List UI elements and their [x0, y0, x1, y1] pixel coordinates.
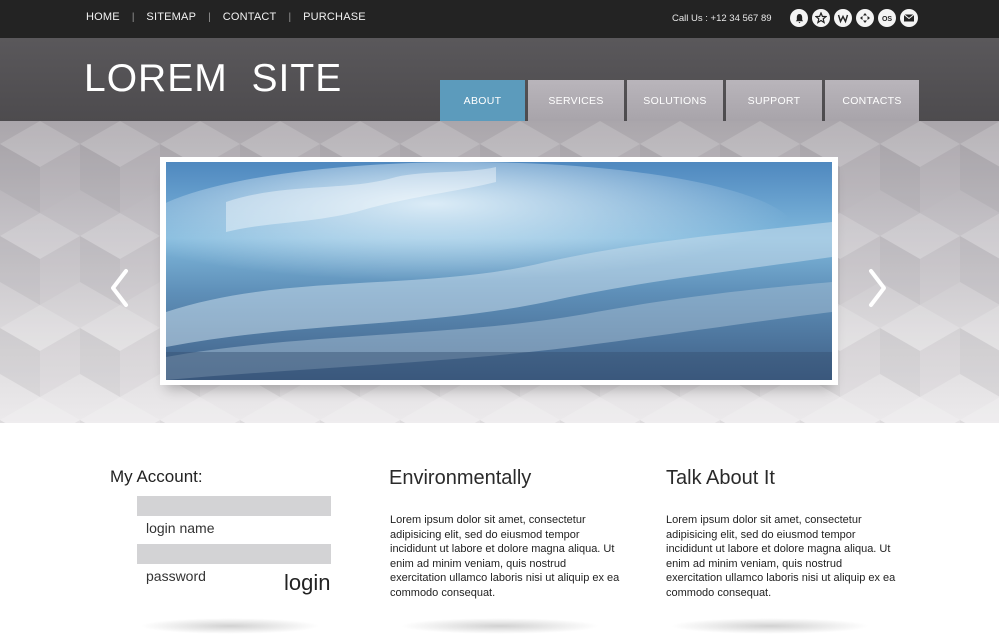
- tab-solutions[interactable]: SOLUTIONS: [627, 80, 723, 121]
- tab-contacts[interactable]: CONTACTS: [825, 80, 919, 121]
- top-nav-separator: |: [288, 11, 292, 23]
- account-title: My Account:: [110, 467, 203, 486]
- environmentally-title: Environmentally: [389, 467, 532, 489]
- login-name-label: login name: [146, 520, 215, 536]
- chevron-left-icon[interactable]: [108, 268, 130, 308]
- phone-number: Call Us : +12 34 567 89: [672, 13, 772, 24]
- login-button[interactable]: login: [284, 570, 330, 596]
- chevron-right-icon[interactable]: [867, 268, 889, 308]
- top-nav-separator: |: [131, 11, 135, 23]
- hero-slider: [0, 121, 999, 423]
- top-nav-separator: |: [208, 11, 211, 23]
- w-icon[interactable]: [834, 9, 852, 27]
- top-bar: HOME | SITEMAP | CONTACT | PURCHASE Call…: [0, 0, 999, 38]
- login-name-field[interactable]: [137, 496, 331, 516]
- talk-about-it-text: Lorem ipsum dolor sit amet, consectetur …: [666, 514, 896, 599]
- bottom-shadow: [400, 618, 600, 634]
- tab-about[interactable]: ABOUT: [440, 80, 525, 121]
- top-nav-home[interactable]: HOME: [86, 11, 120, 23]
- star-icon[interactable]: [812, 9, 830, 27]
- svg-text:OS: OS: [882, 16, 892, 23]
- tab-services[interactable]: SERVICES: [528, 80, 624, 121]
- bottom-shadow: [140, 618, 320, 634]
- bottom-shadow: [670, 618, 870, 634]
- tab-support[interactable]: SUPPORT: [726, 80, 822, 121]
- password-label: password: [146, 568, 206, 584]
- slide-frame: [160, 157, 838, 385]
- top-nav-purchase[interactable]: PURCHASE: [303, 11, 366, 23]
- environmentally-text: Lorem ipsum dolor sit amet, consectetur …: [390, 514, 620, 599]
- slide-image[interactable]: [166, 162, 832, 380]
- site-logo[interactable]: LOREM SITE: [84, 57, 342, 101]
- mail-icon[interactable]: [900, 9, 918, 27]
- os-icon[interactable]: OS: [878, 9, 896, 27]
- arrows-icon[interactable]: [856, 9, 874, 27]
- site-header: LOREM SITE ABOUT SERVICES SOLUTIONS SUPP…: [0, 38, 999, 121]
- top-nav: HOME | SITEMAP | CONTACT | PURCHASE: [86, 11, 366, 23]
- social-icons: OS: [790, 9, 918, 27]
- bell-icon[interactable]: [790, 9, 808, 27]
- talk-about-it-title: Talk About It: [666, 467, 775, 489]
- top-nav-sitemap[interactable]: SITEMAP: [146, 11, 196, 23]
- top-nav-contact[interactable]: CONTACT: [223, 11, 277, 23]
- main-nav: ABOUT SERVICES SOLUTIONS SUPPORT CONTACT…: [440, 80, 919, 121]
- password-field[interactable]: [137, 544, 331, 564]
